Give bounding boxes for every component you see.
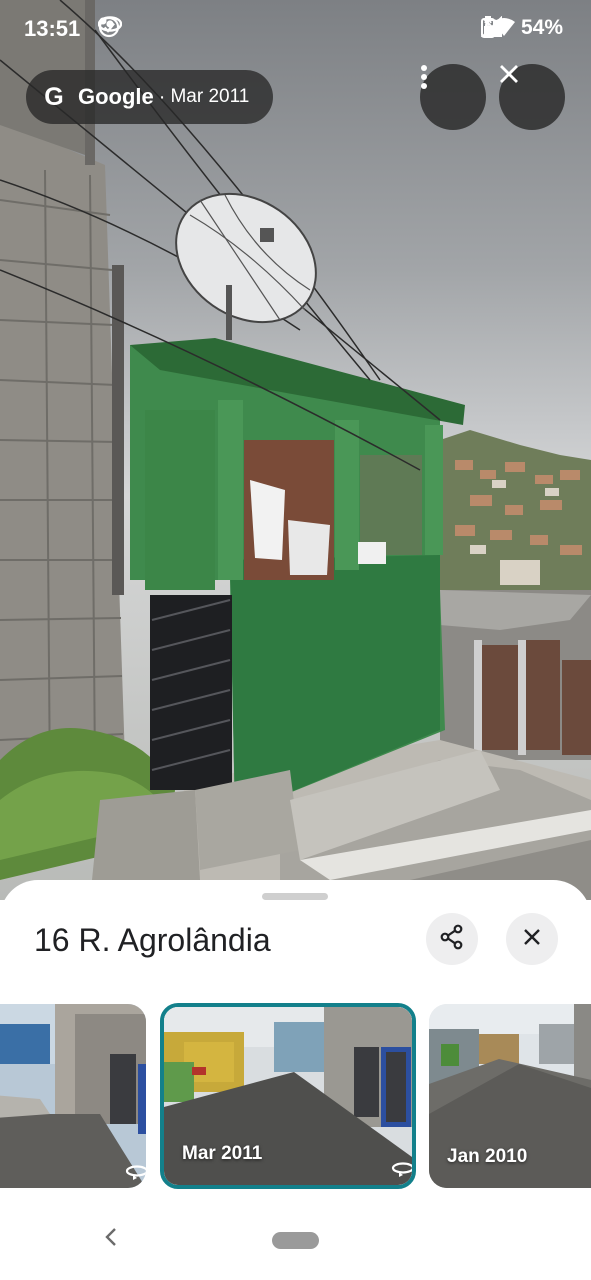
close-street-view-button[interactable] bbox=[499, 64, 565, 130]
share-button[interactable] bbox=[426, 913, 478, 965]
street-view-image bbox=[0, 0, 591, 900]
thumbnail-date-label: Jan 2010 bbox=[447, 1146, 528, 1167]
battery-percent: 54% bbox=[520, 16, 563, 39]
street-view-panorama[interactable]: 13:51 54% G Google · Mar 2011 bbox=[0, 0, 591, 900]
more-options-button[interactable] bbox=[420, 64, 486, 130]
drag-handle[interactable] bbox=[262, 893, 328, 900]
timeline-thumbnail-selected[interactable]: Mar 2011 bbox=[160, 1003, 416, 1189]
home-pill-icon[interactable] bbox=[272, 1232, 319, 1249]
system-nav-bar bbox=[0, 1216, 591, 1280]
close-sheet-button[interactable] bbox=[506, 913, 558, 965]
capture-date: Mar 2011 bbox=[170, 86, 250, 107]
timeline-thumbnail[interactable] bbox=[0, 1004, 146, 1188]
google-g-icon: G bbox=[44, 82, 64, 111]
imagery-provider: Google bbox=[78, 84, 154, 109]
back-chevron-icon[interactable] bbox=[102, 1224, 120, 1259]
status-time: 13:51 bbox=[24, 16, 81, 41]
share-icon bbox=[439, 924, 465, 955]
timeline-thumbnail[interactable]: Jan 2010 bbox=[429, 1004, 591, 1188]
thumbnail-date-label: Mar 2011 bbox=[182, 1143, 263, 1164]
close-icon bbox=[523, 928, 541, 951]
thumbnail-image bbox=[0, 1004, 146, 1188]
status-bar: 13:51 54% bbox=[0, 0, 591, 60]
imagery-source-pill[interactable]: G Google · Mar 2011 bbox=[26, 70, 273, 124]
separator: · bbox=[158, 85, 166, 108]
imagery-timeline: Mar 2011 Jan 2010 bbox=[0, 1003, 591, 1190]
status-right-icons: 54% bbox=[480, 16, 563, 40]
place-title: 16 R. Agrolândia bbox=[34, 922, 271, 958]
